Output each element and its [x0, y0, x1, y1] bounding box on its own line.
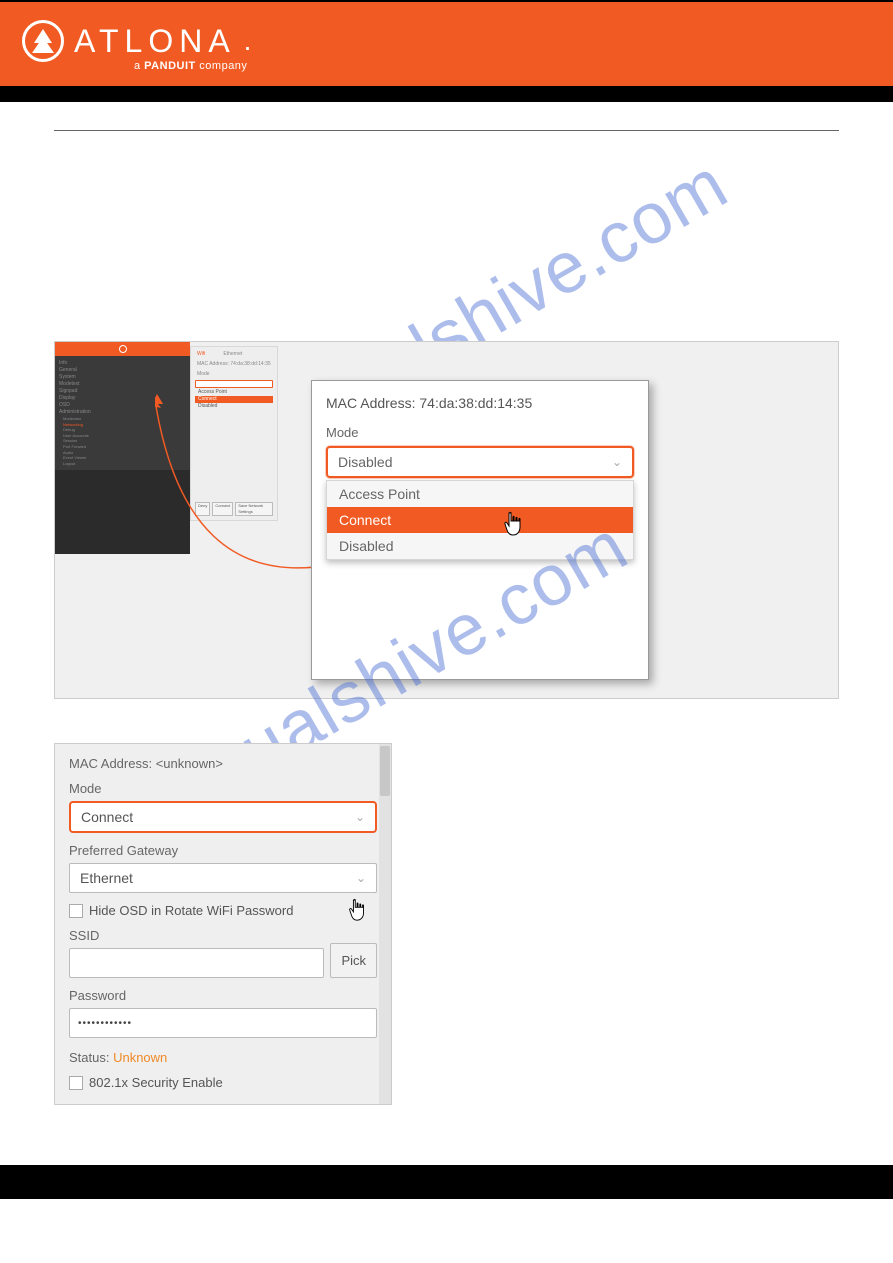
divider	[54, 130, 839, 131]
zoom-popup: MAC Address: 74:da:38:dd:14:35 Mode Disa…	[311, 380, 649, 680]
mini-nav-item: General	[59, 367, 186, 374]
mini-tab-ethernet: Ethernet	[223, 351, 242, 357]
ssid-input[interactable]	[69, 948, 324, 978]
brand-subtitle: a PANDUIT company	[22, 60, 251, 72]
hide-osd-label: Hide OSD in Rotate WiFi Password	[89, 903, 293, 918]
password-label: Password	[69, 988, 377, 1003]
form-mode-label: Mode	[69, 781, 377, 796]
mini-nav-item: Administration	[59, 409, 186, 416]
popup-mode-label: Mode	[326, 425, 634, 440]
select-value: Ethernet	[80, 870, 133, 886]
ssid-label: SSID	[69, 928, 377, 943]
mini-panel: Wifi Ethernet MAC Address: 74:da:38:dd:1…	[190, 346, 278, 521]
dropdown-option[interactable]: Connect	[327, 507, 633, 533]
checkbox-icon[interactable]	[69, 1076, 83, 1090]
mini-screenshot-sidebar: Info General System Modetext Signpad Dis…	[55, 342, 190, 554]
mini-nav-item: System	[59, 374, 186, 381]
mini-select-box	[195, 380, 273, 388]
black-bar	[0, 86, 893, 102]
mini-nav-item: OSD	[59, 402, 186, 409]
mini-nav-item: Info	[59, 360, 186, 367]
brand-text: ATLONA	[74, 23, 236, 60]
select-value: Disabled	[338, 454, 392, 470]
mini-opt: Disabled	[195, 403, 273, 410]
mini-nav-item: Modetext	[59, 381, 186, 388]
mini-mode: Mode	[193, 369, 275, 379]
header-bar: ATLONA . a PANDUIT company	[0, 2, 893, 86]
chevron-down-icon: ⌄	[355, 810, 365, 824]
mini-nav-item: Signpad	[59, 388, 186, 395]
mini-save-button: Save Network Settings	[235, 502, 273, 516]
cursor-hand-icon	[502, 511, 526, 539]
chevron-down-icon: ⌄	[612, 455, 622, 469]
mode-dropdown: Access Point Connect Disabled	[326, 480, 634, 560]
form-gateway-label: Preferred Gateway	[69, 843, 377, 858]
password-input[interactable]	[69, 1008, 377, 1038]
mini-nav-item: Display	[59, 395, 186, 402]
mini-connect-button: Connect	[212, 502, 233, 516]
figure-2: MAC Address: <unknown> Mode Connect ⌄ Pr…	[54, 743, 392, 1105]
chevron-down-icon: ⌄	[356, 871, 366, 885]
figure-1: Info General System Modetext Signpad Dis…	[54, 341, 839, 699]
brand-dot: .	[244, 25, 252, 57]
security-checkbox-row[interactable]: 802.1x Security Enable	[69, 1075, 377, 1090]
mini-opt: Access Point	[195, 389, 273, 396]
mini-deny-button: Deny	[195, 502, 210, 516]
mini-logo-icon	[119, 345, 127, 353]
mini-tab-wifi: Wifi	[197, 351, 205, 357]
status-row: Status: Unknown	[69, 1050, 377, 1065]
pick-button[interactable]: Pick	[330, 943, 377, 978]
checkbox-icon[interactable]	[69, 904, 83, 918]
status-value: Unknown	[113, 1050, 167, 1065]
status-label: Status:	[69, 1050, 113, 1065]
popup-mac-address: MAC Address: 74:da:38:dd:14:35	[326, 395, 634, 411]
atlona-logo-icon	[22, 20, 64, 62]
dropdown-option[interactable]: Access Point	[327, 481, 633, 507]
dropdown-option[interactable]: Disabled	[327, 533, 633, 559]
mode-select[interactable]: Disabled ⌄	[326, 446, 634, 478]
mode-select[interactable]: Connect ⌄	[69, 801, 377, 833]
brand-logo: ATLONA . a PANDUIT company	[22, 20, 251, 72]
mini-mac: MAC Address: 74:da:38:dd:14:35	[193, 359, 275, 369]
mini-opt: Connect	[195, 396, 273, 403]
gateway-select[interactable]: Ethernet ⌄	[69, 863, 377, 893]
security-label: 802.1x Security Enable	[89, 1075, 223, 1090]
footer-bar	[0, 1165, 893, 1199]
hide-osd-checkbox-row[interactable]: Hide OSD in Rotate WiFi Password	[69, 903, 377, 918]
form-mac-address: MAC Address: <unknown>	[69, 756, 377, 771]
select-value: Connect	[81, 809, 133, 825]
cursor-hand-icon	[347, 898, 369, 924]
mini-nav-subitem: Logout	[59, 461, 186, 467]
